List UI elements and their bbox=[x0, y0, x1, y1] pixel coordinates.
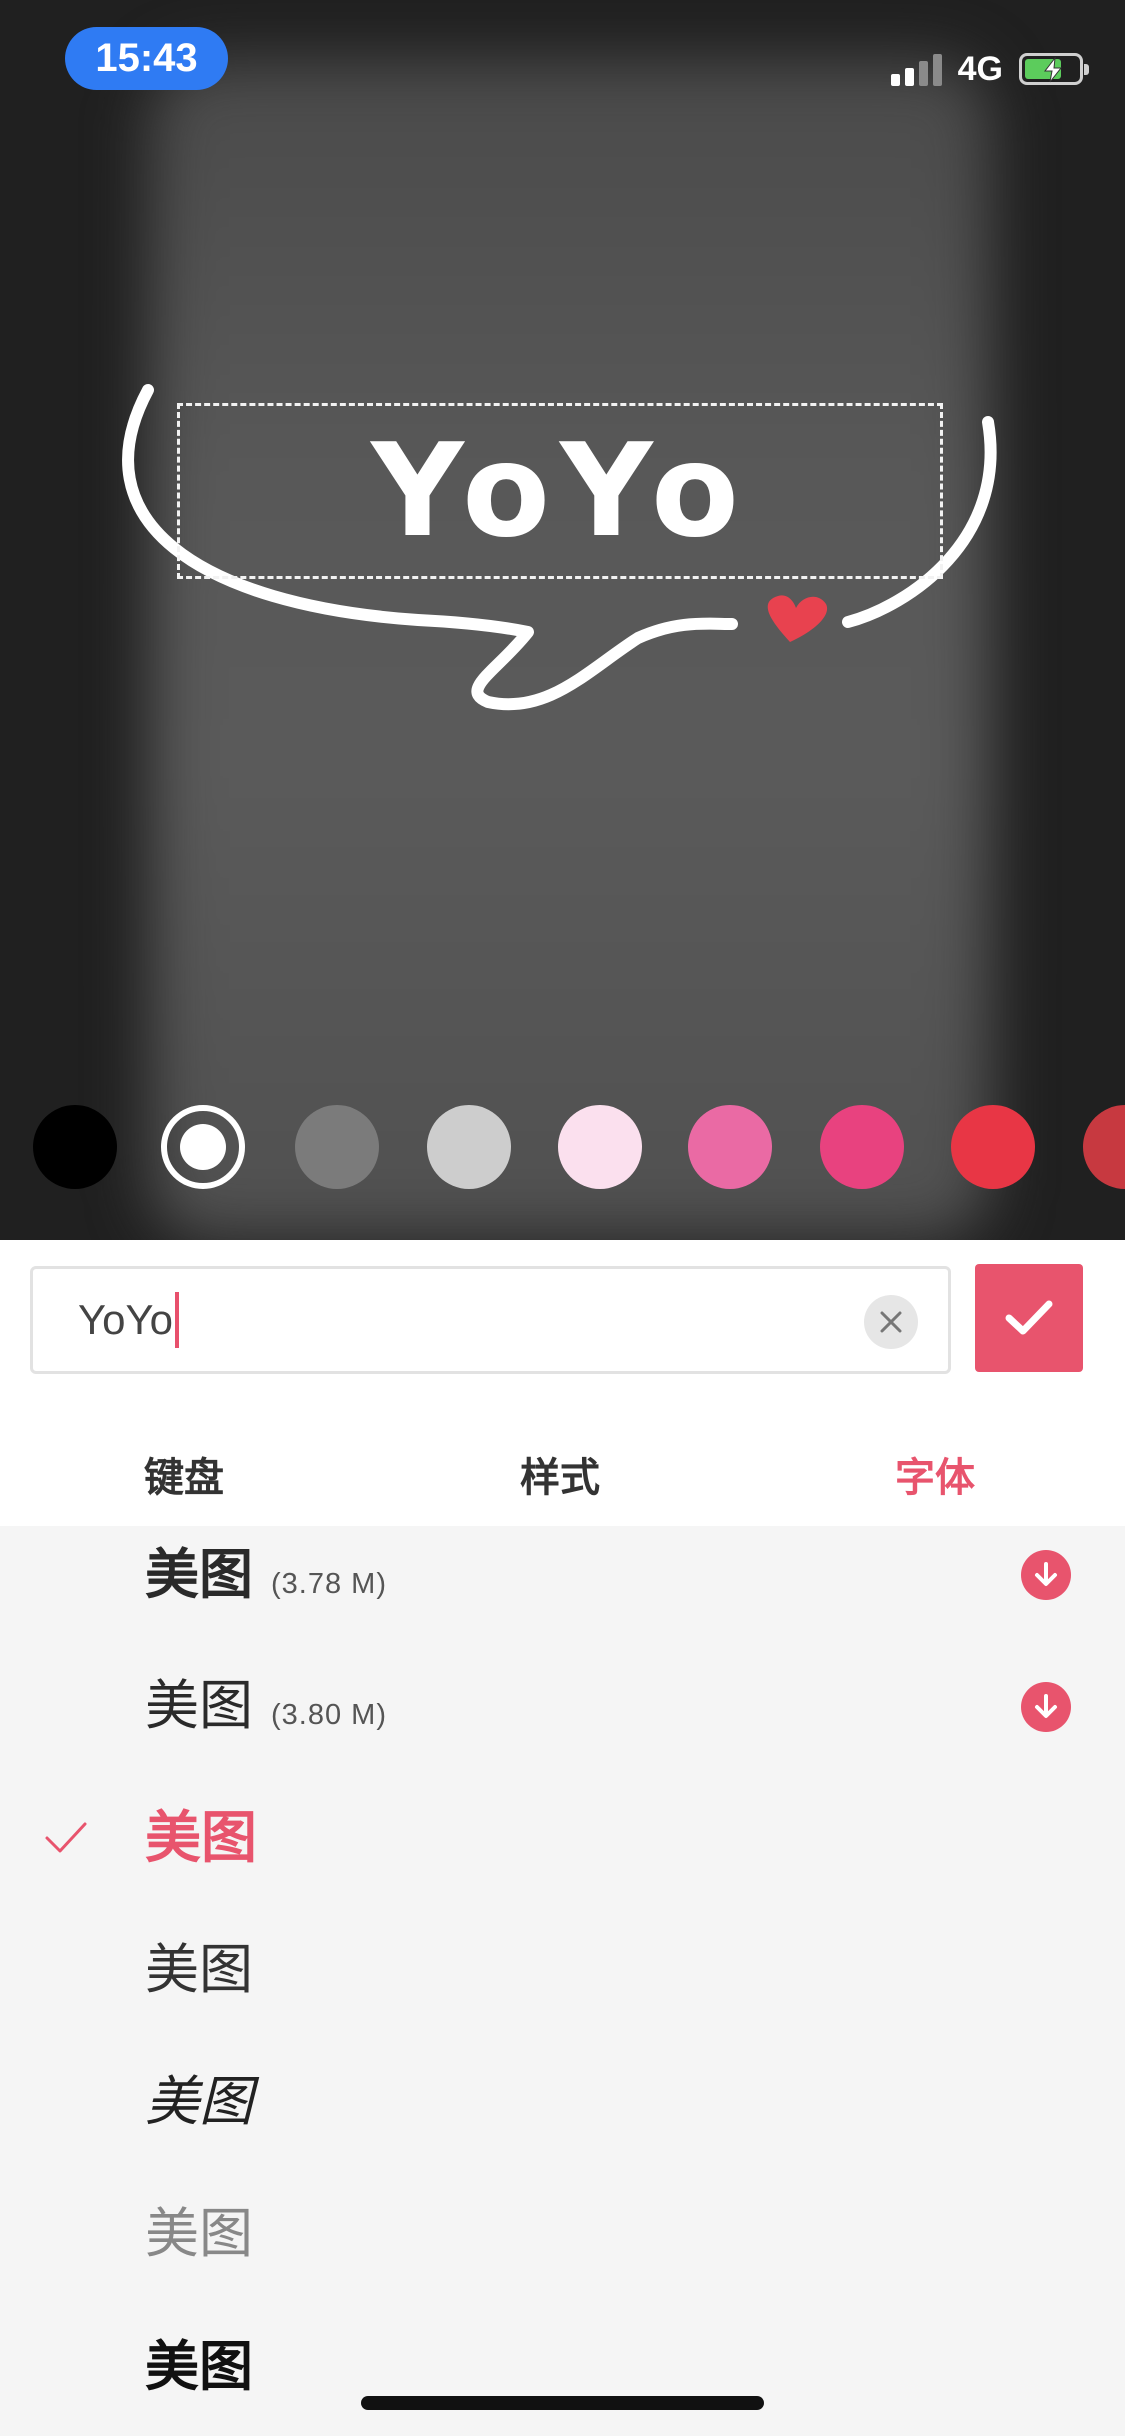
swatch-hot-pink[interactable] bbox=[820, 1105, 904, 1189]
swatch-red[interactable] bbox=[951, 1105, 1035, 1189]
font-item[interactable]: 美图 (3.80 M) bbox=[0, 1640, 1125, 1772]
home-indicator[interactable] bbox=[361, 2396, 764, 2410]
font-sample: 美图 bbox=[145, 1806, 257, 1869]
download-icon[interactable] bbox=[1021, 1682, 1071, 1732]
swatch-light-gray[interactable] bbox=[427, 1105, 511, 1189]
signal-icon bbox=[890, 52, 942, 86]
font-sample: 美图 bbox=[145, 2072, 253, 2132]
status-time: 15:43 bbox=[65, 27, 228, 90]
swatch-black[interactable] bbox=[33, 1105, 117, 1189]
swatch-dark-red[interactable] bbox=[1083, 1105, 1125, 1189]
clear-text-button[interactable] bbox=[864, 1295, 918, 1349]
close-icon bbox=[880, 1311, 902, 1333]
download-icon[interactable] bbox=[1021, 1550, 1071, 1600]
input-area: YoYo 键盘 样式 字体 bbox=[0, 1240, 1125, 1526]
tab-font[interactable]: 字体 bbox=[895, 1430, 975, 1526]
font-item[interactable]: 美图 (3.78 M) bbox=[0, 1526, 1125, 1640]
battery-icon bbox=[1019, 53, 1089, 85]
font-sample: 美图 bbox=[145, 2334, 253, 2398]
editor-tabs: 键盘 样式 字体 bbox=[0, 1430, 1125, 1526]
check-icon bbox=[1005, 1300, 1053, 1335]
font-item[interactable]: 美图 bbox=[0, 1904, 1125, 2036]
check-icon bbox=[45, 1822, 87, 1853]
status-bar-right: 4G bbox=[890, 48, 1089, 90]
network-label: 4G bbox=[957, 49, 1003, 88]
font-item-selected[interactable]: 美图 bbox=[0, 1772, 1125, 1904]
text-caret bbox=[175, 1292, 180, 1348]
swatch-pink[interactable] bbox=[688, 1105, 772, 1189]
sticker-text-input[interactable]: YoYo bbox=[30, 1266, 951, 1374]
font-file-size: (3.78 M) bbox=[271, 1568, 387, 1600]
font-list[interactable]: 美图 (3.78 M) 美图 (3.80 M) 美图 美图 美图 美图 美图 bbox=[0, 1526, 1125, 2436]
color-swatch-bar[interactable] bbox=[0, 1100, 1125, 1194]
font-sample: 美图 bbox=[145, 2204, 253, 2264]
font-sample: 美图 bbox=[145, 1542, 253, 1606]
font-sample: 美图 bbox=[145, 1674, 253, 1737]
swatch-light-pink[interactable] bbox=[558, 1105, 642, 1189]
tab-style[interactable]: 样式 bbox=[520, 1430, 600, 1526]
font-item[interactable]: 美图 bbox=[0, 2036, 1125, 2168]
font-file-size: (3.80 M) bbox=[271, 1699, 387, 1731]
tab-keyboard[interactable]: 键盘 bbox=[144, 1430, 224, 1526]
swatch-white[interactable] bbox=[161, 1105, 245, 1189]
font-item[interactable]: 美图 bbox=[0, 2300, 1125, 2432]
input-value: YoYo bbox=[78, 1296, 174, 1343]
font-sample: 美图 bbox=[145, 1938, 253, 2001]
font-item[interactable]: 美图 bbox=[0, 2168, 1125, 2300]
heart-icon bbox=[767, 595, 828, 642]
sticker-text-box[interactable]: YoYo bbox=[177, 403, 943, 579]
swatch-gray[interactable] bbox=[295, 1105, 379, 1189]
confirm-button[interactable] bbox=[975, 1264, 1083, 1372]
text-edit-panel: YoYo 键盘 样式 字体 美图 (3.78 M) 美图 (3.80 M) 美图… bbox=[0, 1240, 1125, 2436]
photo-canvas[interactable]: 15:43 4G YoYo bbox=[0, 0, 1125, 1240]
